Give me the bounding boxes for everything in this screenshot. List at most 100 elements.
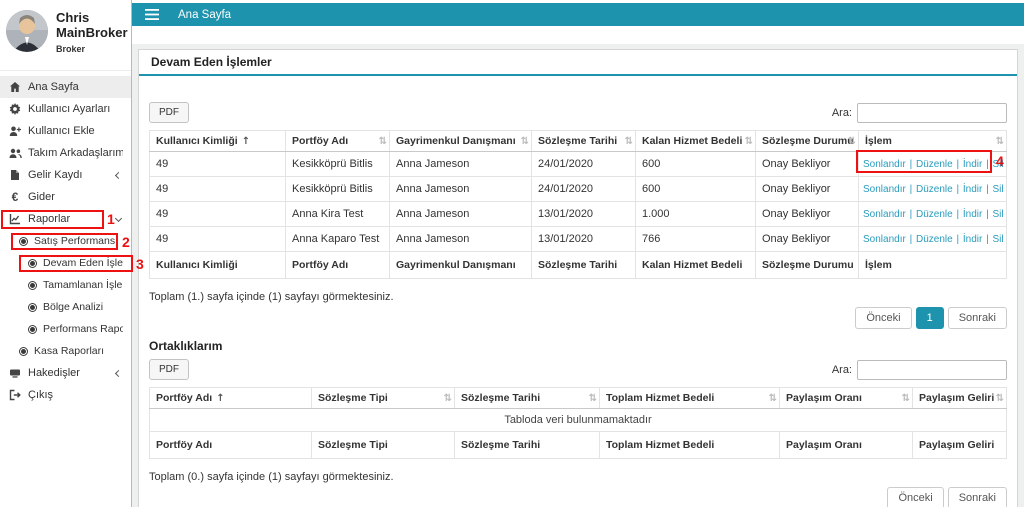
ongoing-toolbar: PDF Ara:	[149, 102, 1007, 123]
chevron-left-icon	[114, 369, 123, 377]
partnerships-header-row: Portföy Adı ↑ Sözleşme Tipi ⇅ Sözleşme Tar…	[149, 387, 1007, 409]
chart-icon	[8, 213, 22, 225]
col-toplam-hizmet-bedeli[interactable]: Toplam Hizmet Bedeli ⇅	[599, 387, 780, 409]
pdf-button[interactable]: PDF	[149, 102, 189, 123]
col-sozlesme-tarihi[interactable]: Sözleşme Tarihi ⇅	[454, 387, 600, 409]
sidebar-item-cikis[interactable]: Çıkış	[0, 384, 131, 406]
sidebar-item-gider[interactable]: € Gider	[0, 186, 131, 208]
sidebar-item-kasa-raporlari[interactable]: Kasa Raporları	[0, 340, 131, 362]
duzenle-link[interactable]: Düzenle	[916, 184, 953, 195]
indir-link[interactable]: İndir	[963, 234, 982, 245]
sidebar-item-raporlar[interactable]: Raporlar	[0, 208, 131, 230]
sidebar-item-gelir-kaydi[interactable]: Gelir Kaydı	[0, 164, 131, 186]
col-paylasim-orani[interactable]: Paylaşım Oranı ⇅	[779, 387, 913, 409]
users-icon	[8, 147, 22, 159]
euro-icon: €	[11, 190, 19, 204]
indir-link[interactable]: İndir	[963, 159, 982, 170]
page-1-button[interactable]: 1	[915, 307, 944, 329]
col-sozlesme-tipi[interactable]: Sözleşme Tipi ⇅	[311, 387, 455, 409]
avatar	[6, 10, 48, 52]
sort-icon: ⇅	[768, 393, 777, 404]
home-icon	[8, 81, 22, 93]
col-portfoy-adi[interactable]: Portföy Adı ⇅	[285, 130, 390, 152]
indir-link[interactable]: İndir	[963, 184, 982, 195]
col-sozlesme-durumu[interactable]: Sözleşme Durumu ⇅	[755, 130, 859, 152]
col-paylasim-geliri[interactable]: Paylaşım Geliri ⇅	[912, 387, 1007, 409]
sil-link[interactable]: Sil	[992, 234, 1003, 245]
chevron-left-icon	[114, 171, 123, 179]
sidebar-item-bolge-analizi[interactable]: Bölge Analizi	[0, 296, 131, 318]
duzenle-link[interactable]: Düzenle	[916, 159, 953, 170]
row-actions: Sonlandır | Düzenle | İndir | Sil	[858, 176, 1007, 202]
col-portfoy-adi[interactable]: Portföy Adı ↑	[149, 387, 312, 409]
search-input[interactable]	[857, 102, 1007, 123]
dot-circle-icon	[28, 324, 37, 334]
user-plus-icon	[8, 125, 22, 137]
col-sozlesme-tarihi[interactable]: Sözleşme Tarihi ⇅	[531, 130, 636, 152]
col-islem[interactable]: İşlem ⇅	[858, 130, 1007, 152]
sidebar-item-satis-performansi[interactable]: Satış Performansı	[0, 230, 131, 252]
sonlandir-link[interactable]: Sonlandır	[863, 159, 906, 170]
sort-icon: ⇅	[847, 136, 856, 147]
partnerships-pagination: Önceki Sonraki	[149, 487, 1007, 507]
sidebar-item-ana-sayfa[interactable]: Ana Sayfa	[0, 76, 131, 98]
sonlandir-link[interactable]: Sonlandır	[863, 234, 906, 245]
ongoing-search: Ara:	[831, 102, 1007, 123]
next-button[interactable]: Sonraki	[947, 487, 1007, 507]
empty-table-message: Tabloda veri bulunmamaktadır	[149, 408, 1007, 432]
profile-text: Chris MainBroker Broker	[56, 10, 128, 60]
duzenle-link[interactable]: Düzenle	[916, 209, 953, 220]
search-input[interactable]	[857, 359, 1007, 380]
sort-icon: ⇅	[744, 136, 753, 147]
dot-circle-icon	[28, 258, 37, 268]
dot-circle-icon	[19, 236, 28, 246]
topbar-title: Ana Sayfa	[178, 8, 232, 21]
partnerships-search: Ara:	[832, 359, 1007, 380]
indir-link[interactable]: İndir	[963, 209, 982, 220]
next-button[interactable]: Sonraki	[947, 307, 1007, 329]
hamburger-menu-icon[interactable]	[132, 3, 172, 26]
main-card: Devam Eden İşlemler PDF Ara: Kullanıcı K…	[138, 49, 1018, 507]
previous-button[interactable]: Önceki	[855, 307, 912, 329]
partnerships-summary: Toplam (0.) sayfa içinde (1) sayfayı gör…	[149, 471, 394, 483]
profile-name-line1: Chris	[56, 10, 90, 25]
sign-out-icon	[8, 389, 22, 401]
row-actions: Sonlandır | Düzenle | İndir | Sil	[858, 201, 1007, 227]
sidebar: Chris MainBroker Broker Ana Sayfa Kullan…	[0, 0, 132, 507]
duzenle-link[interactable]: Düzenle	[916, 234, 953, 245]
pdf-button[interactable]: PDF	[149, 359, 189, 380]
sidebar-item-takim-arkadaslarim[interactable]: Takım Arkadaşlarım	[0, 142, 131, 164]
col-kalan-hizmet-bedeli[interactable]: Kalan Hizmet Bedeli ⇅	[635, 130, 756, 152]
previous-button[interactable]: Önceki	[887, 487, 944, 507]
sidebar-item-hakedisler[interactable]: Hakedişler	[0, 362, 131, 384]
sil-link[interactable]: Sil	[992, 209, 1003, 220]
sil-link[interactable]: Sil	[992, 159, 1003, 170]
profile-role: Broker	[56, 44, 86, 54]
ongoing-pagination: Önceki 1 Sonraki	[149, 307, 1007, 329]
ongoing-summary: Toplam (1.) sayfa içinde (1) sayfayı gör…	[149, 291, 394, 303]
row-actions: Sonlandır | Düzenle | İndir | Sil	[858, 226, 1007, 252]
sonlandir-link[interactable]: Sonlandır	[863, 209, 906, 220]
sort-icon: ⇅	[520, 136, 529, 147]
ongoing-footer-row: Kullanıcı Kimliği Portföy Adı Gayrimenku…	[149, 251, 1007, 279]
sil-link[interactable]: Sil	[992, 184, 1003, 195]
topbar: Ana Sayfa	[132, 3, 1024, 26]
dot-circle-icon	[28, 302, 37, 312]
sort-icon: ⇅	[443, 393, 452, 404]
sidebar-item-performans-raporu[interactable]: Performans Raporu	[0, 318, 131, 340]
sidebar-item-tamamlanan-islemler[interactable]: Tamamlanan İşlemler	[0, 274, 131, 296]
screen: Chris MainBroker Broker Ana Sayfa Kullan…	[0, 0, 1024, 507]
document-icon	[8, 169, 22, 181]
sonlandir-link[interactable]: Sonlandır	[863, 184, 906, 195]
col-gayrimenkul-danismani[interactable]: Gayrimenkul Danışmanı ⇅	[389, 130, 532, 152]
sort-icon: ⇅	[995, 393, 1004, 404]
sidebar-item-kullanici-ayarlari[interactable]: Kullanıcı Ayarları	[0, 98, 131, 120]
sidebar-item-kullanici-ekle[interactable]: Kullanıcı Ekle	[0, 120, 131, 142]
card-icon	[8, 367, 22, 379]
search-label: Ara:	[831, 106, 852, 119]
row-actions: Sonlandır | Düzenle | İndir | Sil	[858, 151, 1007, 177]
partnerships-table: Portföy Adı ↑ Sözleşme Tipi ⇅ Sözleşme Tar…	[149, 387, 1007, 459]
profile-name-line2: MainBroker	[56, 25, 128, 40]
sidebar-item-devam-eden-islemler[interactable]: Devam Eden İşlemler	[0, 252, 131, 274]
col-kullanici-kimligi[interactable]: Kullanıcı Kimliği ↑	[149, 130, 286, 152]
